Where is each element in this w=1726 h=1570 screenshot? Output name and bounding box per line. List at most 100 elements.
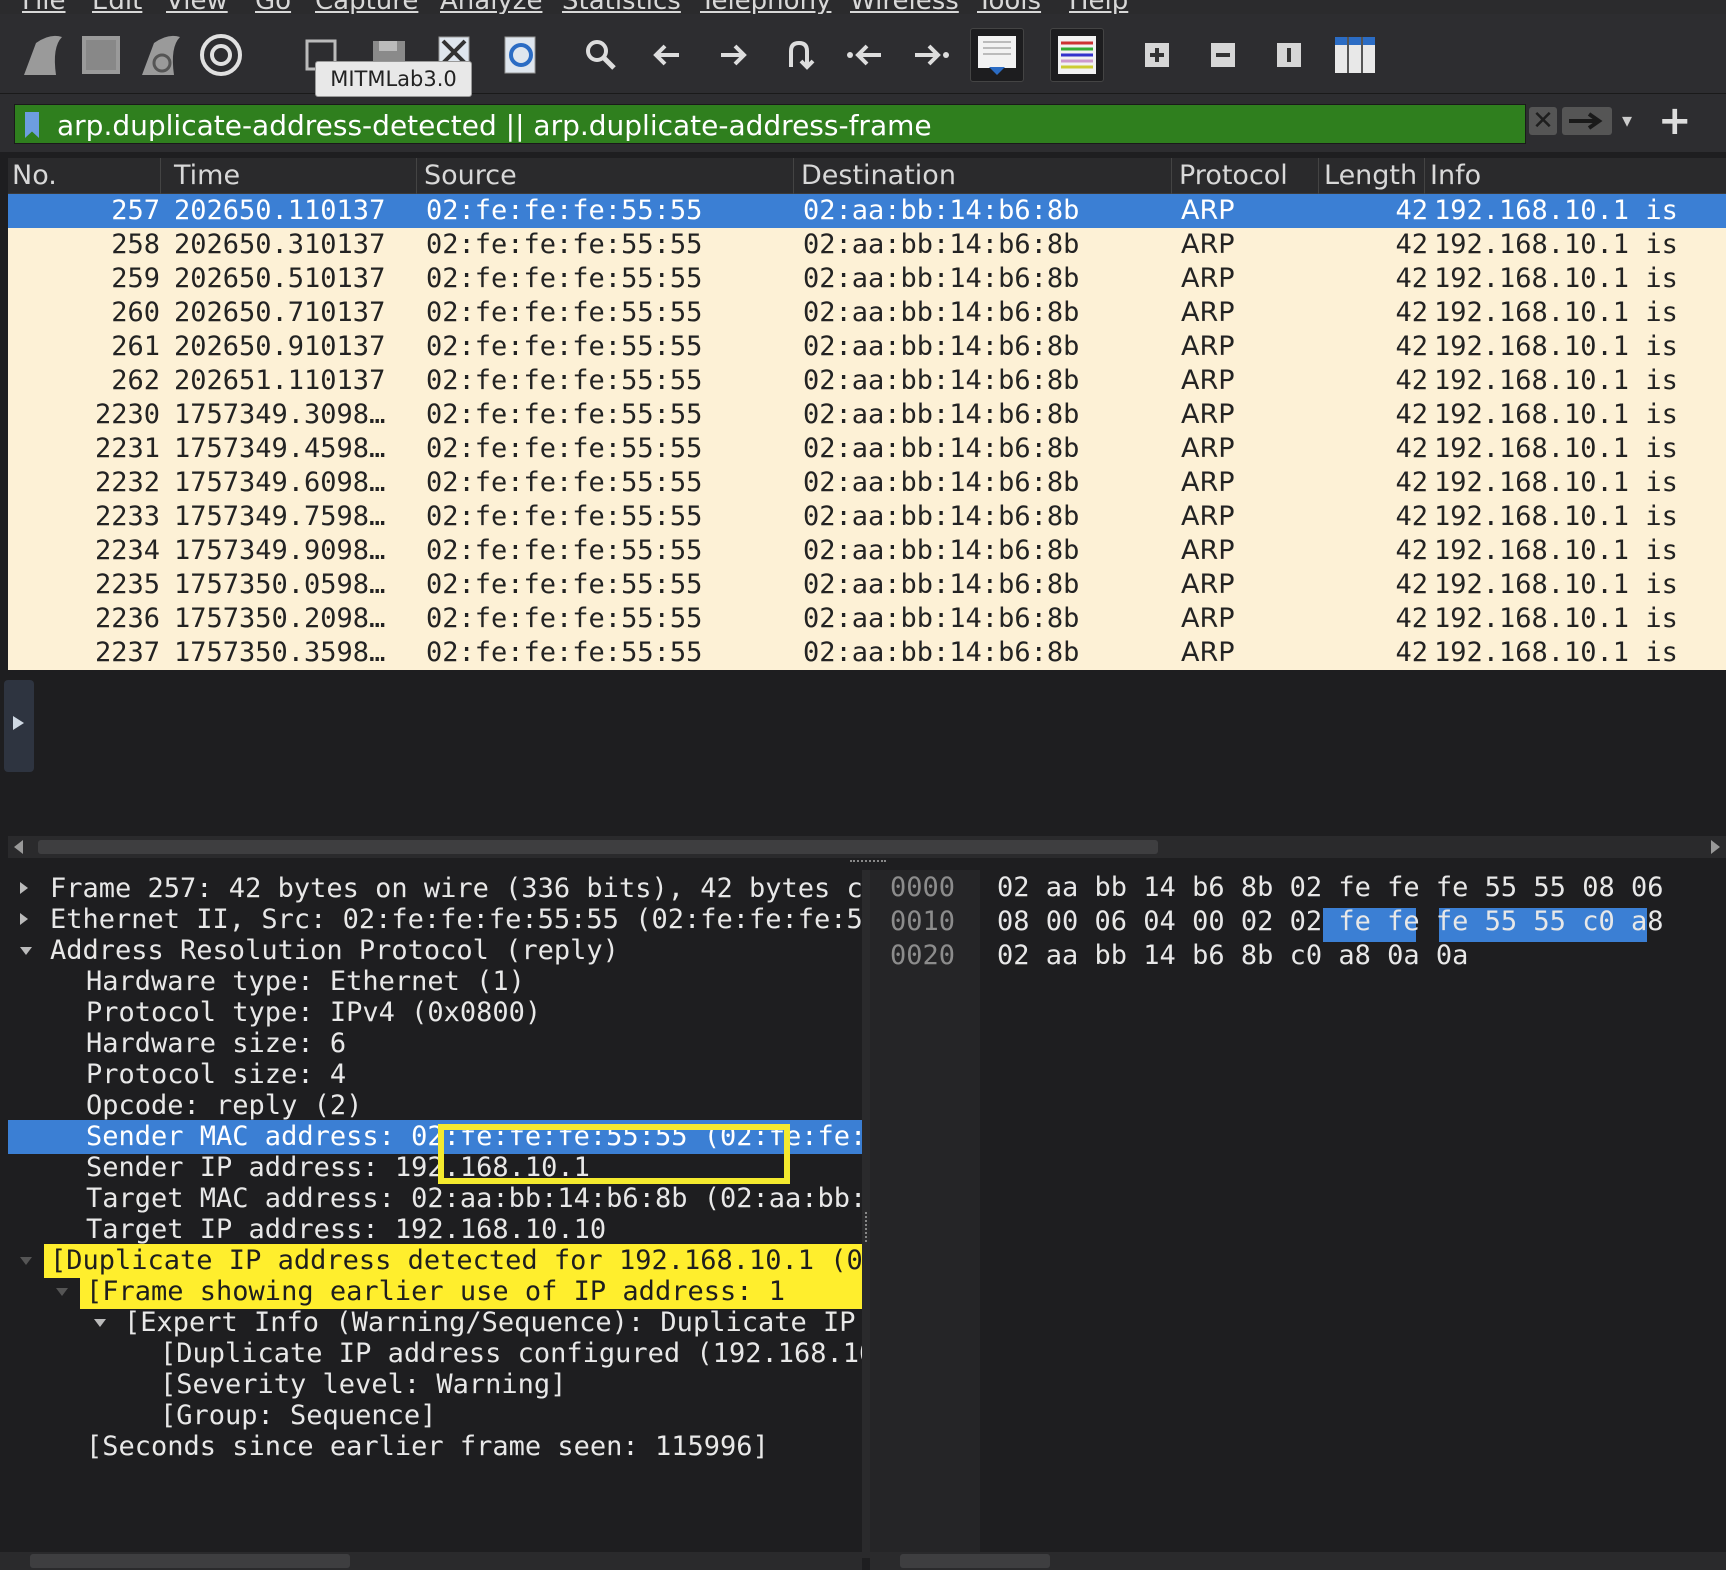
detail-row[interactable]: Target MAC address: 02:aa:bb:14:b6:8b (0…	[0, 1182, 862, 1216]
scrollbar-thumb[interactable]	[900, 1554, 1050, 1568]
menu-help[interactable]: Help	[1069, 0, 1128, 14]
menu-analyze[interactable]: Analyze	[440, 0, 542, 14]
detail-row[interactable]: Hardware size: 6	[0, 1027, 862, 1061]
menu-view[interactable]: View	[166, 0, 228, 14]
detail-row[interactable]: [Duplicate IP address configured (192.16…	[0, 1337, 862, 1371]
detail-row[interactable]: [Expert Info (Warning/Sequence): Duplica…	[0, 1306, 862, 1340]
packet-row[interactable]: 259 202650.510137 02:fe:fe:fe:55:55 02:aa:b…	[8, 262, 1726, 296]
autoscroll-icon[interactable]	[970, 28, 1024, 82]
menu-capture[interactable]: Capture	[315, 0, 418, 14]
detail-row[interactable]: Frame 257: 42 bytes on wire (336 bits), …	[0, 872, 862, 906]
packet-row[interactable]: 2231 1757349.4598… 02:fe:fe:fe:55:55 02:aa:…	[8, 432, 1726, 466]
detail-row[interactable]: Hardware type: Ethernet (1)	[0, 965, 862, 999]
menu-telephony[interactable]: Telephony	[700, 0, 831, 14]
packet-row[interactable]: 2230 1757349.3098… 02:fe:fe:fe:55:55 02:aa:…	[8, 398, 1726, 432]
pane-splitter[interactable]	[0, 858, 1726, 866]
hex-line[interactable]: 08 00 06 04 00 02 02 fe fe fe 55 55 c0 a…	[997, 906, 1663, 940]
packet-source: 02:fe:fe:fe:55:55	[426, 229, 703, 260]
shark-fin-start-icon[interactable]	[16, 28, 70, 82]
gear-options-icon[interactable]	[194, 28, 248, 82]
collapsed-arrow-icon[interactable]	[20, 913, 28, 925]
normal-size-icon[interactable]	[1262, 28, 1316, 82]
column-header-length[interactable]: Length	[1324, 160, 1417, 191]
column-header-source[interactable]: Source	[424, 160, 517, 191]
clear-filter-icon[interactable]: ✕	[1529, 106, 1557, 136]
shark-fin-restart-icon[interactable]	[134, 28, 188, 82]
detail-row[interactable]: [Group: Sequence]	[0, 1399, 862, 1433]
menu-go[interactable]: Go	[255, 0, 291, 14]
packet-row[interactable]: 2236 1757350.2098… 02:fe:fe:fe:55:55 02:aa:…	[8, 602, 1726, 636]
main-toolbar	[0, 14, 1726, 94]
packet-list-horizontal-scrollbar[interactable]	[8, 836, 1726, 858]
detail-row[interactable]: Protocol type: IPv4 (0x0800)	[0, 996, 862, 1030]
go-back-icon[interactable]	[640, 28, 694, 82]
packet-row[interactable]: 258 202650.310137 02:fe:fe:fe:55:55 02:aa:b…	[8, 228, 1726, 262]
scrollbar-thumb[interactable]	[38, 840, 1158, 854]
menu-edit[interactable]: Edit	[92, 0, 142, 14]
expanded-arrow-icon[interactable]	[20, 1257, 32, 1265]
display-filter-input[interactable]: arp.duplicate-address-detected || arp.du…	[14, 104, 1526, 144]
packet-row[interactable]: 257 202650.110137 02:fe:fe:fe:55:55 02:aa:b…	[8, 194, 1726, 228]
packet-row[interactable]: 2234 1757349.9098… 02:fe:fe:fe:55:55 02:aa:…	[8, 534, 1726, 568]
packet-row[interactable]: 2233 1757349.7598… 02:fe:fe:fe:55:55 02:aa:…	[8, 500, 1726, 534]
packet-row[interactable]: 2237 1757350.3598… 02:fe:fe:fe:55:55 02:aa:…	[8, 636, 1726, 670]
detail-row[interactable]: Target IP address: 192.168.10.10	[0, 1213, 862, 1247]
expanded-arrow-icon[interactable]	[20, 947, 32, 955]
detail-row[interactable]: [Duplicate IP address detected for 192.1…	[0, 1244, 862, 1278]
packet-row[interactable]: 260 202650.710137 02:fe:fe:fe:55:55 02:aa:b…	[8, 296, 1726, 330]
expanded-arrow-icon[interactable]	[56, 1288, 68, 1296]
scroll-left-icon[interactable]	[14, 840, 23, 854]
column-header-protocol[interactable]: Protocol	[1179, 160, 1288, 191]
packet-time: 1757350.0598…	[174, 569, 386, 600]
reload-file-icon[interactable]	[494, 28, 548, 82]
details-bytes-splitter[interactable]	[862, 870, 870, 1558]
packet-row[interactable]: 261 202650.910137 02:fe:fe:fe:55:55 02:aa:b…	[8, 330, 1726, 364]
bookmark-icon[interactable]	[25, 112, 39, 138]
packet-row[interactable]: 2235 1757350.0598… 02:fe:fe:fe:55:55 02:aa:…	[8, 568, 1726, 602]
scrollbar-thumb[interactable]	[30, 1554, 350, 1568]
first-packet-icon[interactable]	[838, 28, 892, 82]
column-header-time[interactable]: Time	[174, 160, 240, 191]
sidebar-toggle[interactable]	[4, 680, 34, 772]
bytes-horizontal-scrollbar[interactable]	[870, 1552, 1726, 1570]
details-horizontal-scrollbar[interactable]	[0, 1552, 862, 1570]
last-packet-icon[interactable]	[904, 28, 958, 82]
hex-line[interactable]: 02 aa bb 14 b6 8b c0 a8 0a 0a	[997, 940, 1468, 974]
menu-tools[interactable]: Tools	[977, 0, 1041, 14]
expanded-arrow-icon[interactable]	[94, 1319, 106, 1327]
hex-line[interactable]: 02 aa bb 14 b6 8b 02 fe fe fe 55 55 08 0…	[997, 872, 1663, 906]
scroll-right-icon[interactable]	[1711, 840, 1720, 854]
detail-row[interactable]: Ethernet II, Src: 02:fe:fe:fe:55:55 (02:…	[0, 903, 862, 937]
packet-row[interactable]: 262 202651.110137 02:fe:fe:fe:55:55 02:aa:b…	[8, 364, 1726, 398]
packet-row[interactable]: 2232 1757349.6098… 02:fe:fe:fe:55:55 02:aa:…	[8, 466, 1726, 500]
menu-statistics[interactable]: Statistics	[562, 0, 681, 14]
detail-row[interactable]: Opcode: reply (2)	[0, 1089, 862, 1123]
detail-text: Target IP address: 192.168.10.10	[86, 1214, 607, 1245]
zoom-in-icon[interactable]	[1130, 28, 1184, 82]
detail-row[interactable]: [Frame showing earlier use of IP address…	[0, 1275, 862, 1309]
detail-row[interactable]: Address Resolution Protocol (reply)	[0, 934, 862, 968]
detail-row[interactable]: Protocol size: 4	[0, 1058, 862, 1092]
search-icon[interactable]	[574, 28, 628, 82]
go-forward-icon[interactable]	[706, 28, 760, 82]
menu-wireless[interactable]: Wireless	[850, 0, 959, 14]
packet-destination: 02:aa:bb:14:b6:8b	[803, 637, 1080, 668]
stop-square-icon[interactable]	[74, 28, 128, 82]
packet-source: 02:fe:fe:fe:55:55	[426, 569, 703, 600]
packet-destination: 02:aa:bb:14:b6:8b	[803, 297, 1080, 328]
column-header-info[interactable]: Info	[1430, 160, 1481, 191]
column-header-destination[interactable]: Destination	[801, 160, 956, 191]
packet-source: 02:fe:fe:fe:55:55	[426, 297, 703, 328]
add-filter-button-icon[interactable]: +	[1658, 98, 1692, 144]
collapsed-arrow-icon[interactable]	[20, 882, 28, 894]
detail-row[interactable]: [Severity level: Warning]	[0, 1368, 862, 1402]
filter-history-dropdown-icon[interactable]: ▾	[1622, 108, 1632, 132]
zoom-out-icon[interactable]	[1196, 28, 1250, 82]
resize-columns-icon[interactable]	[1328, 28, 1382, 82]
go-to-packet-icon[interactable]	[772, 28, 826, 82]
apply-filter-arrow-icon[interactable]	[1562, 107, 1612, 135]
menu-file[interactable]: File	[22, 0, 66, 14]
colorize-icon[interactable]	[1050, 28, 1104, 82]
column-header-no[interactable]: No.	[12, 160, 57, 191]
detail-row[interactable]: [Seconds since earlier frame seen: 11599…	[0, 1430, 862, 1464]
